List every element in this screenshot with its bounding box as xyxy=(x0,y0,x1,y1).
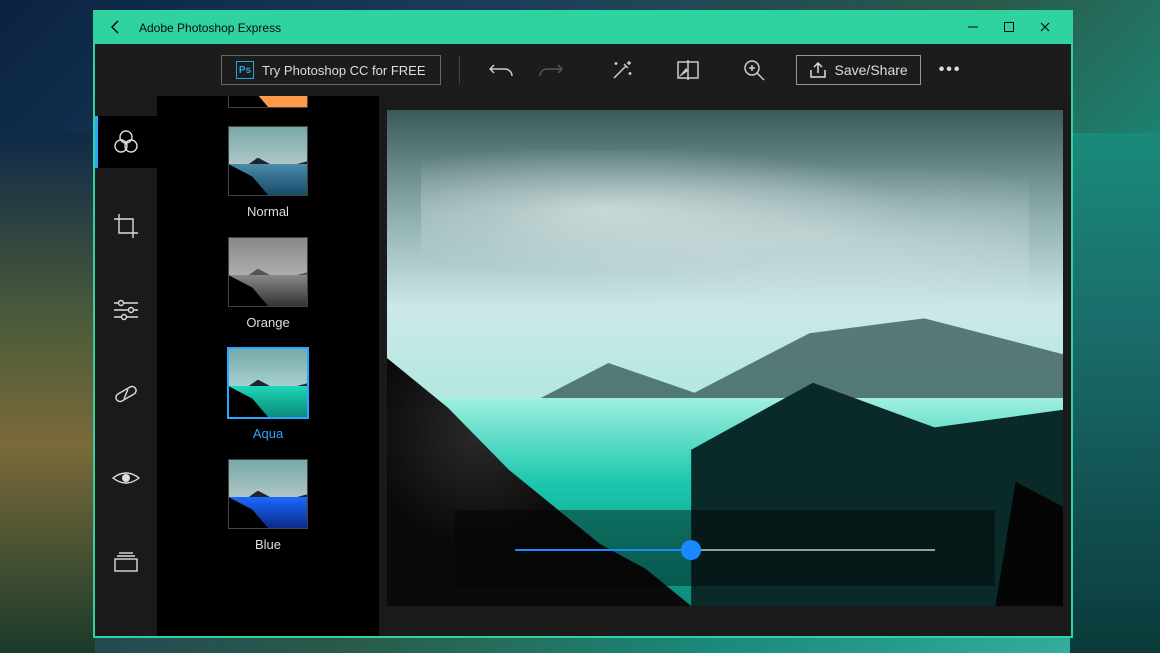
looks-icon xyxy=(112,128,140,156)
filter-thumbnail xyxy=(228,348,308,418)
top-toolbar: Ps Try Photoshop CC for FREE Save/Share … xyxy=(95,44,1071,96)
rail-collections[interactable] xyxy=(95,536,157,588)
filter-thumbnail xyxy=(228,96,308,108)
filter-label: Blue xyxy=(255,537,281,552)
window-minimize-button[interactable] xyxy=(955,21,991,36)
filter-thumbnail xyxy=(228,459,308,529)
promo-label: Try Photoshop CC for FREE xyxy=(262,63,426,78)
compare-button[interactable] xyxy=(664,50,712,90)
tool-rail xyxy=(95,96,157,636)
stack-icon xyxy=(113,551,139,573)
share-icon xyxy=(809,61,827,79)
window-maximize-button[interactable] xyxy=(991,21,1027,36)
auto-enhance-button[interactable] xyxy=(598,50,646,90)
zoom-button[interactable] xyxy=(730,50,778,90)
filter-intensity-slider[interactable] xyxy=(515,540,935,560)
redo-button[interactable] xyxy=(526,50,574,90)
crop-icon xyxy=(113,213,139,239)
titlebar: Adobe Photoshop Express xyxy=(95,12,1071,44)
canvas-area xyxy=(379,96,1071,636)
window-close-button[interactable] xyxy=(1027,21,1063,36)
filter-thumbnail xyxy=(228,237,308,307)
rail-redeye[interactable] xyxy=(95,452,157,504)
bandage-icon xyxy=(112,380,140,408)
save-share-label: Save/Share xyxy=(835,62,908,78)
app-window: Adobe Photoshop Express Ps Try Photoshop… xyxy=(93,10,1073,638)
filter-blue[interactable]: Blue xyxy=(228,459,308,552)
ps-badge-icon: Ps xyxy=(236,61,254,79)
filter-label: Normal xyxy=(247,204,289,219)
back-button[interactable] xyxy=(103,19,129,38)
sliders-icon xyxy=(112,298,140,322)
more-menu-button[interactable]: ••• xyxy=(939,61,962,79)
filters-panel: Normal Orange Aqua Blue xyxy=(157,96,379,636)
app-title: Adobe Photoshop Express xyxy=(139,21,281,35)
rail-looks[interactable] xyxy=(95,116,157,168)
undo-button[interactable] xyxy=(478,50,526,90)
filter-aqua[interactable]: Aqua xyxy=(228,348,308,441)
filter-label: Orange xyxy=(246,315,289,330)
rail-heal[interactable] xyxy=(95,368,157,420)
try-photoshop-cc-button[interactable]: Ps Try Photoshop CC for FREE xyxy=(221,55,441,85)
rail-crop[interactable] xyxy=(95,200,157,252)
filter-preview[interactable] xyxy=(228,96,308,108)
filter-label: Aqua xyxy=(253,426,283,441)
save-share-button[interactable]: Save/Share xyxy=(796,55,921,85)
active-tool-indicator xyxy=(95,116,98,168)
filter-thumbnail xyxy=(228,126,308,196)
main-image[interactable] xyxy=(387,110,1063,606)
filter-normal[interactable]: Normal xyxy=(228,126,308,219)
rail-adjust[interactable] xyxy=(95,284,157,336)
eye-icon xyxy=(111,468,141,488)
slider-thumb[interactable] xyxy=(681,540,701,560)
filter-orange[interactable]: Orange xyxy=(228,237,308,330)
